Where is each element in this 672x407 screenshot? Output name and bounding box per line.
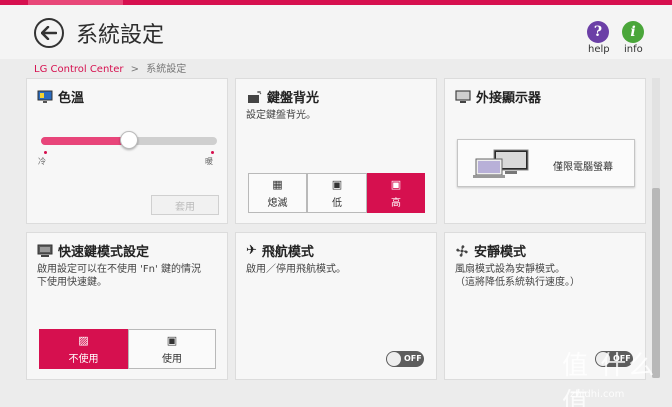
- breadcrumb-current: 系統設定: [146, 64, 187, 75]
- hotkey-mode-panel: 快速鍵模式設定 啟用設定可以在不使用 'Fn' 鍵的情況 下使用快速鍵。 ▨ 不…: [26, 232, 228, 380]
- help-label[interactable]: help: [588, 44, 610, 55]
- hotkey-on-icon: ▣: [166, 333, 178, 347]
- backlight-off-label: 熄滅: [267, 197, 288, 209]
- airplane-mode-desc: 啟用／停用飛航模式。: [246, 264, 346, 275]
- silent-mode-title-text: 安靜模式: [474, 245, 527, 260]
- info-label[interactable]: info: [624, 44, 643, 55]
- hotkey-mode-title-text: 快速鍵模式設定: [58, 245, 150, 260]
- fan-icon: [456, 244, 468, 257]
- backlight-low-label: 低: [332, 197, 342, 209]
- arrow-left-icon: [41, 26, 57, 40]
- color-temp-slider-fill: [41, 137, 129, 145]
- monitor-color-icon: [37, 90, 53, 103]
- keyboard-off-icon: ▦: [272, 177, 283, 191]
- hotkey-enable-label: 使用: [162, 353, 182, 365]
- help-icon[interactable]: ?: [587, 21, 609, 43]
- silent-mode-desc: 風扇模式設為安靜模式。 （這將降低系統執行速度。）: [455, 264, 580, 288]
- external-display-title-text: 外接顯示器: [476, 91, 542, 106]
- color-temp-panel: 色溫 冷 暖 套用: [26, 78, 228, 224]
- external-display-panel: 外接顯示器 僅限電腦螢幕: [444, 78, 646, 224]
- hotkey-disable-option[interactable]: ▨ 不使用: [39, 329, 128, 369]
- keyboard-backlight-title-text: 鍵盤背光: [267, 91, 320, 106]
- backlight-off-option[interactable]: ▦ 熄滅: [248, 173, 307, 213]
- hotkey-disable-label: 不使用: [68, 353, 99, 365]
- monitor-keyboard-icon: [37, 244, 53, 257]
- backlight-high-option[interactable]: ▣ 高: [367, 173, 425, 213]
- airplane-toggle-label: OFF: [404, 354, 422, 363]
- color-temp-slider-thumb[interactable]: [120, 131, 138, 149]
- monitor-icon: [455, 89, 471, 103]
- external-display-title: 外接顯示器: [455, 87, 541, 106]
- color-temp-title-text: 色溫: [58, 91, 85, 106]
- keyboard-backlight-panel: 鍵盤背光 設定鍵盤背光。 ▦ 熄滅 ▣ 低 ▣ 高: [235, 78, 437, 224]
- apply-button[interactable]: 套用: [151, 195, 219, 215]
- display-devices-icon: [473, 149, 529, 178]
- color-temp-title: 色溫: [37, 87, 84, 106]
- back-button[interactable]: [34, 18, 64, 48]
- airplane-mode-panel: ✈ 飛航模式 啟用／停用飛航模式。 OFF: [235, 232, 437, 380]
- page-header: 系統設定 ? help i info: [0, 5, 672, 59]
- airplane-icon: ✈: [246, 243, 257, 258]
- keyboard-light-icon: [248, 90, 262, 103]
- hotkey-mode-desc: 啟用設定可以在不使用 'Fn' 鍵的情況 下使用快速鍵。: [37, 264, 201, 288]
- keyboard-backlight-title: 鍵盤背光: [246, 87, 319, 106]
- page-title: 系統設定: [76, 23, 165, 48]
- pc-screen-only-button[interactable]: 僅限電腦螢幕: [457, 139, 635, 187]
- pc-screen-only-label: 僅限電腦螢幕: [553, 162, 613, 173]
- watermark-url: zhidhi.com: [570, 389, 625, 400]
- vertical-scrollbar[interactable]: [652, 78, 660, 378]
- airplane-mode-toggle[interactable]: OFF: [386, 351, 424, 367]
- color-temp-slider[interactable]: [41, 131, 217, 149]
- backlight-low-option[interactable]: ▣ 低: [307, 173, 367, 213]
- silent-mode-title: 安靜模式: [455, 241, 526, 260]
- keyboard-high-icon: ▣: [390, 177, 402, 191]
- hotkey-off-icon: ▨: [78, 333, 89, 347]
- hotkey-mode-title: 快速鍵模式設定: [37, 241, 149, 260]
- breadcrumb: LG Control Center > 系統設定: [34, 60, 186, 75]
- keyboard-backlight-desc: 設定鍵盤背光。: [246, 110, 316, 121]
- slider-max-dot: [211, 151, 214, 154]
- airplane-mode-title: ✈ 飛航模式: [246, 241, 314, 260]
- hotkey-enable-option[interactable]: ▣ 使用: [128, 329, 216, 369]
- toggle-knob: [387, 352, 401, 366]
- keyboard-low-icon: ▣: [331, 177, 343, 191]
- info-icon[interactable]: i: [622, 21, 644, 43]
- slider-min-label: 冷: [38, 157, 46, 166]
- breadcrumb-separator: >: [130, 64, 140, 75]
- backlight-high-label: 高: [391, 197, 401, 209]
- breadcrumb-root-link[interactable]: LG Control Center: [34, 64, 123, 75]
- airplane-mode-title-text: 飛航模式: [261, 245, 314, 260]
- slider-min-dot: [44, 151, 47, 154]
- slider-max-label: 暖: [205, 157, 213, 166]
